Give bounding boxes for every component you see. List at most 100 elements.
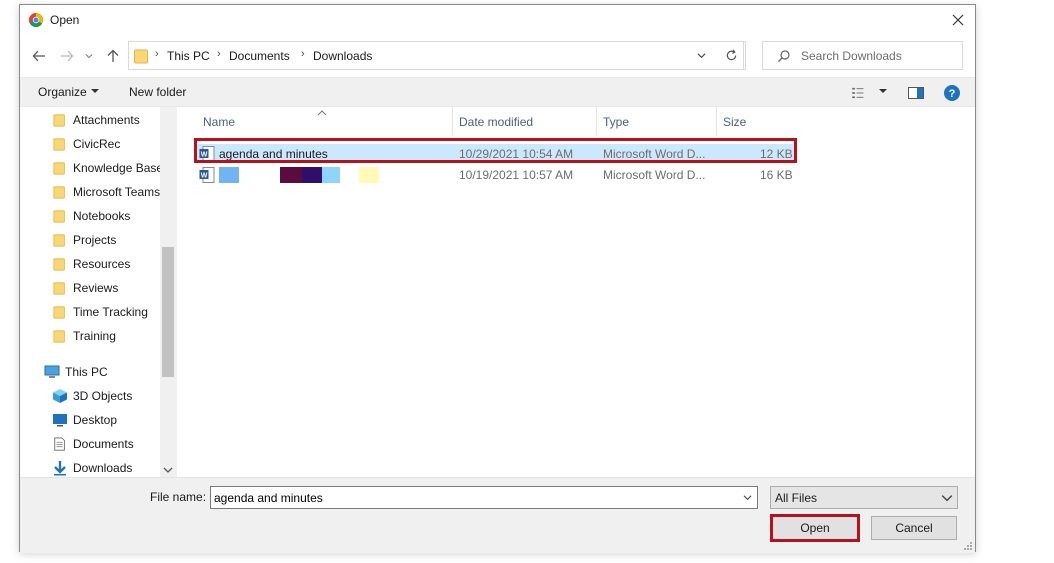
cube-icon xyxy=(52,388,68,404)
chevron-down-icon xyxy=(743,495,752,501)
arrow-right-icon xyxy=(61,50,74,62)
chevron-down-icon[interactable] xyxy=(163,465,173,475)
up-button[interactable] xyxy=(104,47,122,65)
nav-item-label: This PC xyxy=(65,365,108,379)
desktop-icon xyxy=(52,412,68,428)
computer-icon xyxy=(44,364,60,380)
refresh-icon xyxy=(726,49,737,61)
redacted-block xyxy=(219,167,239,183)
column-type[interactable]: Type xyxy=(597,107,717,135)
cancel-button[interactable]: Cancel xyxy=(871,516,957,540)
window-title: Open xyxy=(50,13,80,27)
file-size: 12 KB xyxy=(760,147,793,161)
nav-item-label: Documents xyxy=(73,437,134,451)
forward-button[interactable] xyxy=(58,47,76,65)
organize-button[interactable]: Organize xyxy=(38,85,87,99)
column-name[interactable]: Name xyxy=(197,107,453,135)
search-icon xyxy=(778,50,790,62)
nav-item-label: Resources xyxy=(73,257,131,271)
redacted-block xyxy=(359,167,379,183)
file-list: Name Date modified Type Size W agenda an… xyxy=(176,107,975,477)
arrow-up-icon xyxy=(107,49,119,62)
scroll-thumb[interactable] xyxy=(162,247,174,377)
address-bar[interactable]: › This PC › Documents › Downloads xyxy=(128,41,744,70)
resize-grip-icon[interactable] xyxy=(963,541,973,551)
address-history-dropdown[interactable] xyxy=(692,41,710,70)
file-size: 16 KB xyxy=(760,168,793,182)
file-name-input[interactable] xyxy=(210,486,758,509)
nav-item-3d-objects[interactable]: 3D Objects xyxy=(52,385,176,407)
nav-item-desktop[interactable]: Desktop xyxy=(52,409,176,431)
svg-text:W: W xyxy=(201,173,208,180)
refresh-button[interactable] xyxy=(718,41,746,70)
file-name-dropdown[interactable] xyxy=(738,487,757,508)
nav-item-attachments[interactable]: Attachments xyxy=(52,109,176,131)
file-row-agenda-and-minutes[interactable]: W agenda and minutes 10/29/2021 10:54 AM… xyxy=(197,144,795,163)
preview-pane-button[interactable] xyxy=(906,84,926,102)
file-type: Microsoft Word D... xyxy=(603,168,706,182)
nav-item-civicrec[interactable]: CivicRec xyxy=(52,133,176,155)
file-row-redacted[interactable]: W 10/19/2021 10:57 AM Microsoft Word D..… xyxy=(197,165,795,184)
nav-item-time-tracking[interactable]: Time Tracking xyxy=(52,301,176,323)
nav-item-reviews[interactable]: Reviews xyxy=(52,277,176,299)
close-icon xyxy=(952,14,964,26)
folder-icon xyxy=(52,160,68,176)
breadcrumb-downloads[interactable]: Downloads xyxy=(313,49,372,63)
caret-down-icon xyxy=(91,89,99,93)
open-button[interactable]: Open xyxy=(772,516,858,540)
title-bar: Open xyxy=(20,5,975,35)
dialog-footer: File name: All Files Open Cancel xyxy=(20,477,975,553)
nav-item-label: Reviews xyxy=(73,281,119,295)
folder-icon xyxy=(52,184,68,200)
nav-scrollbar[interactable] xyxy=(160,107,176,477)
nav-item-this-pc[interactable]: This PC xyxy=(44,361,176,383)
help-button[interactable]: ? xyxy=(942,84,962,102)
redacted-block xyxy=(322,167,340,183)
svg-text:W: W xyxy=(201,152,208,159)
recent-locations-button[interactable] xyxy=(84,47,94,65)
folder-icon xyxy=(52,304,68,320)
nav-item-notebooks[interactable]: Notebooks xyxy=(52,205,176,227)
breadcrumb-documents[interactable]: Documents xyxy=(229,49,290,63)
nav-item-downloads[interactable]: Downloads xyxy=(52,457,176,477)
nav-item-label: Notebooks xyxy=(73,209,131,223)
new-folder-button[interactable]: New folder xyxy=(129,85,186,99)
folder-icon xyxy=(52,112,68,128)
redacted-block xyxy=(302,167,322,183)
nav-item-label: 3D Objects xyxy=(73,389,133,403)
column-size[interactable]: Size xyxy=(717,107,787,135)
file-type-value: All Files xyxy=(775,491,818,505)
nav-item-label: Projects xyxy=(73,233,117,247)
nav-item-training[interactable]: Training xyxy=(52,325,176,347)
nav-item-label: Desktop xyxy=(73,413,118,427)
nav-item-knowledge-base[interactable]: Knowledge Base xyxy=(52,157,176,179)
search-input[interactable] xyxy=(801,47,956,65)
nav-item-microsoft-teams[interactable]: Microsoft Teams xyxy=(52,181,176,203)
breadcrumb-separator: › xyxy=(155,48,159,60)
caret-down-icon[interactable] xyxy=(878,86,888,96)
nav-item-label: Time Tracking xyxy=(73,305,148,319)
nav-item-documents[interactable]: Documents xyxy=(52,433,176,455)
help-icon: ? xyxy=(944,85,960,101)
folder-icon xyxy=(52,232,68,248)
folder-icon xyxy=(52,280,68,296)
file-type: Microsoft Word D... xyxy=(603,147,706,161)
breadcrumb-separator: › xyxy=(217,48,221,60)
file-type-select[interactable]: All Files xyxy=(770,486,958,509)
back-button[interactable] xyxy=(30,47,48,65)
breadcrumb-this-pc[interactable]: This PC xyxy=(167,49,210,63)
change-view-button[interactable] xyxy=(850,84,870,102)
close-button[interactable] xyxy=(941,5,975,35)
search-box[interactable] xyxy=(762,41,963,70)
nav-item-label: Downloads xyxy=(73,461,133,475)
file-name-label: File name: xyxy=(150,490,207,504)
nav-item-resources[interactable]: Resources xyxy=(52,253,176,275)
chevron-down-icon xyxy=(697,53,705,59)
nav-item-label: Training xyxy=(73,329,116,343)
nav-item-projects[interactable]: Projects xyxy=(52,229,176,251)
preview-pane-icon xyxy=(908,87,924,99)
column-date-modified[interactable]: Date modified xyxy=(453,107,597,135)
breadcrumb-separator: › xyxy=(301,48,305,60)
arrow-left-icon xyxy=(32,50,45,62)
navigation-bar: › This PC › Documents › Downloads xyxy=(20,41,975,71)
